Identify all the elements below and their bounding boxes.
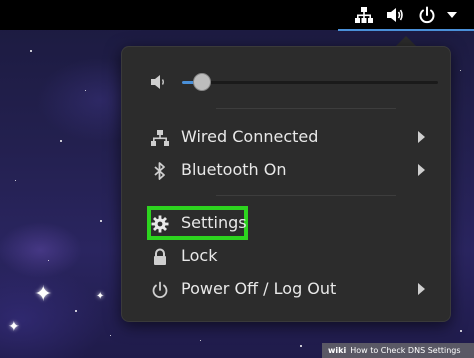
menu-pointer xyxy=(396,36,416,46)
menu-separator xyxy=(216,195,396,196)
menu-item-label: Settings xyxy=(181,213,247,232)
menu-item-bluetooth[interactable]: Bluetooth On xyxy=(122,154,452,186)
menu-item-label: Lock xyxy=(181,246,218,265)
chevron-down-icon[interactable] xyxy=(442,0,462,30)
watermark-text: How to Check DNS Settings xyxy=(350,346,461,355)
menu-separator xyxy=(216,108,396,109)
submenu-arrow-icon xyxy=(418,164,425,176)
bluetooth-icon xyxy=(150,161,170,181)
submenu-arrow-icon xyxy=(418,131,425,143)
volume-slider-track[interactable] xyxy=(182,81,438,84)
volume-slider-row xyxy=(150,71,440,93)
network-wired-icon[interactable] xyxy=(352,0,376,30)
menu-item-power-off[interactable]: Power Off / Log Out xyxy=(122,273,452,305)
volume-slider-handle[interactable] xyxy=(193,73,212,91)
menu-item-settings[interactable]: Settings xyxy=(122,207,452,239)
menu-item-label: Wired Connected xyxy=(181,127,319,146)
power-icon xyxy=(150,280,170,300)
status-menu-active-indicator xyxy=(338,29,474,31)
lock-icon xyxy=(150,247,170,267)
gear-icon xyxy=(150,214,170,234)
menu-item-label: Power Off / Log Out xyxy=(181,279,337,298)
power-icon[interactable] xyxy=(415,0,439,30)
volume-low-icon xyxy=(150,73,170,91)
watermark: wiki How to Check DNS Settings xyxy=(322,343,474,358)
network-wired-icon xyxy=(150,128,170,148)
watermark-brand: wiki xyxy=(328,346,347,355)
menu-item-wired[interactable]: Wired Connected xyxy=(122,121,452,153)
top-bar xyxy=(0,0,474,31)
menu-item-lock[interactable]: Lock xyxy=(122,240,452,272)
volume-icon[interactable] xyxy=(382,0,408,30)
menu-item-label: Bluetooth On xyxy=(181,160,287,179)
system-menu: Wired Connected Bluetooth On Settings Lo… xyxy=(121,46,451,322)
submenu-arrow-icon xyxy=(418,283,425,295)
